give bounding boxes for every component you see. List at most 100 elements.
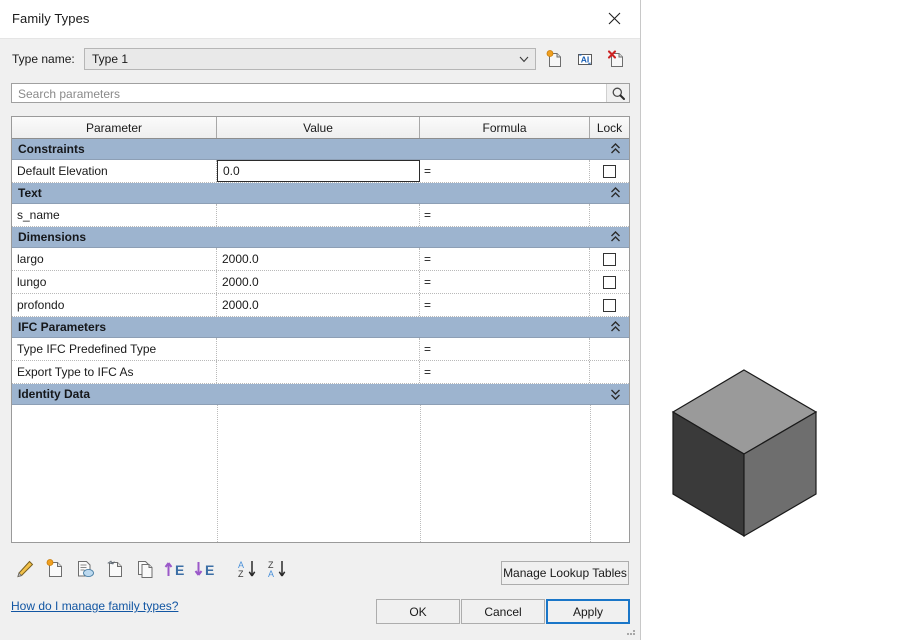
apply-button[interactable]: Apply (546, 599, 630, 624)
delete-type-icon[interactable] (604, 47, 628, 71)
double-chevron-up-icon[interactable] (610, 186, 621, 200)
move-parameter-up-icon[interactable]: E (162, 552, 188, 586)
formula-value: = (424, 365, 432, 379)
table-row[interactable]: lungo 2000.0 = (12, 271, 629, 294)
chevron-down-icon (519, 56, 529, 63)
group-header-text[interactable]: Text (12, 183, 629, 204)
new-global-parameter-icon[interactable] (102, 552, 128, 586)
cancel-button[interactable]: Cancel (461, 599, 545, 624)
rename-type-icon[interactable]: AI (573, 47, 597, 71)
parameter-name-cell[interactable]: lungo (12, 271, 217, 293)
group-header-identity-data[interactable]: Identity Data (12, 384, 629, 405)
parameter-lock-cell[interactable] (590, 248, 629, 270)
group-header-constraints[interactable]: Constraints (12, 139, 629, 160)
sort-descending-icon[interactable]: ZA (264, 552, 290, 586)
duplicate-parameter-icon[interactable] (132, 552, 158, 586)
parameter-name-cell[interactable]: Type IFC Predefined Type (12, 338, 217, 360)
double-chevron-up-icon[interactable] (610, 320, 621, 334)
column-header-formula[interactable]: Formula (420, 117, 590, 138)
new-parameter-icon[interactable] (42, 552, 68, 586)
parameter-name: largo (17, 252, 44, 266)
ok-button[interactable]: OK (376, 599, 460, 624)
parameter-lock-cell[interactable] (590, 204, 629, 226)
svg-text:E: E (175, 562, 184, 578)
table-row[interactable]: Type IFC Predefined Type = (12, 338, 629, 361)
close-icon[interactable] (592, 0, 636, 37)
parameter-value-cell[interactable] (217, 338, 420, 360)
column-header-parameter[interactable]: Parameter (12, 117, 217, 138)
lock-checkbox[interactable] (603, 298, 616, 312)
lookup-table-icon[interactable] (72, 552, 98, 586)
edit-parameter-icon[interactable] (12, 552, 38, 586)
parameter-lock-cell[interactable] (590, 160, 629, 182)
model-viewport[interactable] (641, 0, 907, 640)
type-name-combobox[interactable]: Type 1 (84, 48, 536, 70)
group-label: Text (18, 186, 42, 200)
group-header-dimensions[interactable]: Dimensions (12, 227, 629, 248)
search-input[interactable]: Search parameters (11, 83, 630, 103)
search-icon[interactable] (606, 84, 629, 102)
svg-text:E: E (205, 562, 214, 578)
group-label: IFC Parameters (18, 320, 107, 334)
parameter-value-cell[interactable]: 2000.0 (217, 294, 420, 316)
type-name-value: Type 1 (92, 52, 129, 66)
table-row[interactable]: Export Type to IFC As = (12, 361, 629, 384)
column-separator (420, 405, 421, 542)
double-chevron-up-icon[interactable] (610, 142, 621, 156)
lock-checkbox[interactable] (603, 275, 616, 289)
help-link[interactable]: How do I manage family types? (11, 599, 178, 613)
lock-checkbox[interactable] (603, 252, 616, 266)
parameter-value: 2000.0 (222, 252, 259, 266)
formula-value: = (424, 342, 432, 356)
group-header-ifc-parameters[interactable]: IFC Parameters (12, 317, 629, 338)
new-type-icon[interactable] (542, 47, 566, 71)
dialog-titlebar: Family Types (0, 0, 640, 39)
parameter-formula-cell[interactable]: = (420, 248, 590, 270)
parameter-formula-cell[interactable]: = (420, 204, 590, 226)
table-row[interactable]: s_name = (12, 204, 629, 227)
isometric-cube (671, 369, 818, 538)
parameter-formula-cell[interactable]: = (420, 338, 590, 360)
parameter-lock-cell[interactable] (590, 361, 629, 383)
parameter-formula-cell[interactable]: = (420, 271, 590, 293)
parameter-name-cell[interactable]: Default Elevation (12, 160, 217, 182)
move-parameter-down-icon[interactable]: E (192, 552, 218, 586)
table-row[interactable]: largo 2000.0 = (12, 248, 629, 271)
svg-text:AI: AI (581, 54, 590, 64)
parameter-value-cell[interactable]: 0.0 (217, 160, 420, 182)
sort-ascending-icon[interactable]: AZ (234, 552, 260, 586)
resize-grip[interactable] (625, 625, 637, 637)
lock-checkbox[interactable] (603, 164, 616, 178)
parameter-value-cell[interactable]: 2000.0 (217, 248, 420, 270)
parameter-name-cell[interactable]: Export Type to IFC As (12, 361, 217, 383)
parameter-name-cell[interactable]: profondo (12, 294, 217, 316)
parameter-name-cell[interactable]: largo (12, 248, 217, 270)
parameter-formula-cell[interactable]: = (420, 361, 590, 383)
group-label: Constraints (18, 142, 85, 156)
column-header-lock[interactable]: Lock (590, 117, 629, 138)
parameter-value: 0.0 (223, 164, 240, 178)
column-separator (590, 405, 591, 542)
search-placeholder: Search parameters (18, 87, 121, 101)
parameter-value: 2000.0 (222, 298, 259, 312)
family-types-dialog: Family Types Type name: Type 1 AI Search… (0, 0, 641, 640)
table-row[interactable]: Default Elevation 0.0 = (12, 160, 629, 183)
parameter-lock-cell[interactable] (590, 294, 629, 316)
formula-value: = (424, 275, 432, 289)
parameter-value-cell[interactable] (217, 204, 420, 226)
table-row[interactable]: profondo 2000.0 = (12, 294, 629, 317)
parameter-lock-cell[interactable] (590, 338, 629, 360)
parameter-value-cell[interactable]: 2000.0 (217, 271, 420, 293)
grid-body: Constraints Default Elevation 0.0 = Text s_na… (12, 139, 629, 542)
double-chevron-down-icon[interactable] (610, 387, 621, 401)
parameter-value-cell[interactable] (217, 361, 420, 383)
double-chevron-up-icon[interactable] (610, 230, 621, 244)
parameter-formula-cell[interactable]: = (420, 160, 590, 182)
formula-value: = (424, 298, 432, 312)
column-header-value[interactable]: Value (217, 117, 420, 138)
parameter-lock-cell[interactable] (590, 271, 629, 293)
manage-lookup-tables-button[interactable]: Manage Lookup Tables (501, 561, 629, 585)
parameter-name: profondo (17, 298, 65, 312)
parameter-name-cell[interactable]: s_name (12, 204, 217, 226)
parameter-formula-cell[interactable]: = (420, 294, 590, 316)
